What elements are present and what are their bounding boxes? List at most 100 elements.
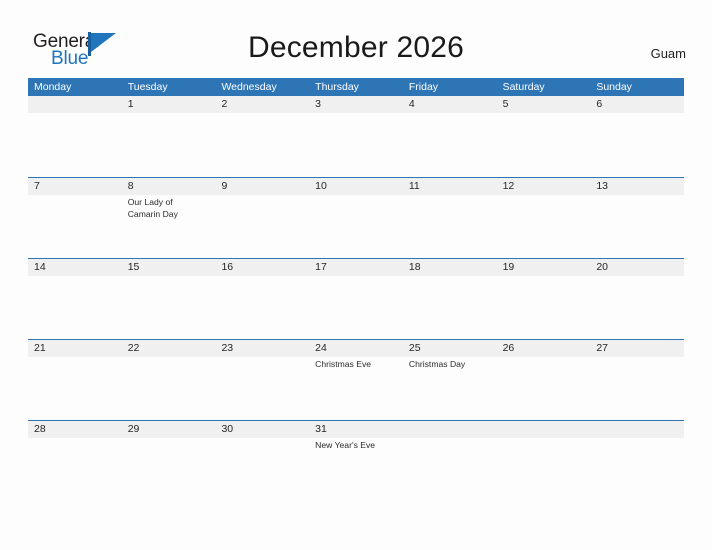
day-cell[interactable]	[28, 276, 122, 338]
day-cell	[403, 438, 497, 500]
day-cell[interactable]	[122, 276, 216, 338]
day-cell[interactable]: Christmas Day	[403, 357, 497, 419]
day-cell[interactable]	[122, 438, 216, 500]
day-number-29[interactable]: 29	[122, 421, 216, 438]
day-cell[interactable]	[590, 113, 684, 175]
day-number-20[interactable]: 20	[590, 259, 684, 276]
weekday-header-saturday: Saturday	[502, 81, 545, 93]
day-number-2[interactable]: 2	[215, 96, 309, 113]
day-cell[interactable]	[590, 357, 684, 419]
week-event-band: Christmas Eve Christmas Day	[28, 357, 684, 419]
day-number-4[interactable]: 4	[403, 96, 497, 113]
week-date-band: 7 8 9 10 11 12 13	[28, 178, 684, 195]
weekday-header-monday: Monday	[34, 81, 72, 93]
day-number-9[interactable]: 9	[215, 178, 309, 195]
day-number-11[interactable]: 11	[403, 178, 497, 195]
day-number-1[interactable]: 1	[122, 96, 216, 113]
calendar-week-row: 28 29 30 31 New Year's Eve	[28, 420, 684, 501]
day-number-10[interactable]: 10	[309, 178, 403, 195]
page-title: December 2026	[247, 31, 465, 64]
day-cell[interactable]	[215, 195, 309, 257]
day-cell[interactable]	[309, 195, 403, 257]
week-date-band: 123456	[28, 96, 684, 113]
day-number-16[interactable]: 16	[215, 259, 309, 276]
day-number-12[interactable]: 12	[497, 178, 591, 195]
day-number-8[interactable]: 8	[122, 178, 216, 195]
weekday-header-row: Monday Tuesday Wednesday Thursday Friday Satu…	[28, 78, 684, 96]
day-number-19[interactable]: 19	[497, 259, 591, 276]
calendar-page: General Blue December 2026 Guam Monday Tu…	[0, 0, 712, 550]
day-cell[interactable]	[28, 357, 122, 419]
weekday-header-thursday: Thursday	[315, 81, 359, 93]
week-event-band	[28, 276, 684, 338]
weekday-header-sunday: Sunday	[596, 81, 632, 93]
weekday-header-wednesday: Wednesday	[221, 81, 277, 93]
day-number-15[interactable]: 15	[122, 259, 216, 276]
day-cell[interactable]	[215, 276, 309, 338]
location-label: Guam	[650, 46, 686, 61]
day-cell[interactable]	[28, 195, 122, 257]
day-number-13[interactable]: 13	[590, 178, 684, 195]
day-cell[interactable]	[590, 276, 684, 338]
holiday-label: Our Lady of Camarin Day	[127, 197, 178, 219]
day-cell[interactable]: New Year's Eve	[309, 438, 403, 500]
day-number-23[interactable]: 23	[215, 340, 309, 357]
weekday-header-friday: Friday	[408, 81, 439, 93]
day-cell[interactable]	[215, 357, 309, 419]
day-number-17[interactable]: 17	[309, 259, 403, 276]
holiday-label: Christmas Day	[408, 359, 466, 369]
calendar-grid: Monday Tuesday Wednesday Thursday Friday Satu…	[28, 78, 684, 501]
day-cell[interactable]	[497, 357, 591, 419]
day-number-7[interactable]: 7	[28, 178, 122, 195]
day-cell[interactable]	[28, 438, 122, 500]
day-number-empty	[590, 421, 684, 438]
day-cell[interactable]	[590, 195, 684, 257]
day-cell[interactable]	[497, 276, 591, 338]
day-number-3[interactable]: 3	[309, 96, 403, 113]
day-cell[interactable]	[403, 195, 497, 257]
day-number-30[interactable]: 30	[215, 421, 309, 438]
day-number-28[interactable]: 28	[28, 421, 122, 438]
day-cell[interactable]	[309, 113, 403, 175]
calendar-week-row: 7 8 9 10 11 12 13 Our Lady of Camarin Day	[28, 177, 684, 258]
week-date-band: 28 29 30 31	[28, 421, 684, 438]
day-cell[interactable]	[122, 357, 216, 419]
day-number-21[interactable]: 21	[28, 340, 122, 357]
day-cell[interactable]	[215, 438, 309, 500]
week-event-band	[28, 113, 684, 175]
day-cell[interactable]: Christmas Eve	[309, 357, 403, 419]
day-number-25[interactable]: 25	[403, 340, 497, 357]
day-number-empty	[497, 421, 591, 438]
day-number-31[interactable]: 31	[309, 421, 403, 438]
holiday-label: Christmas Eve	[315, 359, 372, 369]
day-number-6[interactable]: 6	[590, 96, 684, 113]
week-date-band: 14 15 16 17 18 19 20	[28, 259, 684, 276]
day-cell[interactable]	[309, 276, 403, 338]
day-number-5[interactable]: 5	[497, 96, 591, 113]
day-number-empty	[403, 421, 497, 438]
week-event-band: New Year's Eve	[28, 438, 684, 500]
calendar-week-row: 21 22 23 24 25 26 27 Christmas Eve Christmas Day	[28, 339, 684, 420]
day-cell	[28, 113, 122, 175]
day-number-27[interactable]: 27	[590, 340, 684, 357]
day-cell[interactable]: Our Lady of Camarin Day	[122, 195, 216, 257]
holiday-label: New Year's Eve	[315, 440, 376, 450]
day-number-24[interactable]: 24	[309, 340, 403, 357]
day-number-14[interactable]: 14	[28, 259, 122, 276]
day-number-18[interactable]: 18	[403, 259, 497, 276]
day-cell[interactable]	[497, 195, 591, 257]
week-event-band: Our Lady of Camarin Day	[28, 195, 684, 257]
day-cell[interactable]	[403, 276, 497, 338]
day-cell[interactable]	[497, 113, 591, 175]
calendar-weeks: 1 2 3 4 5 6 7 8 9 10 11 12 13 Our Lady of Camarin Day…	[28, 96, 684, 501]
day-cell[interactable]	[215, 113, 309, 175]
calendar-week-row: 14 15 16 17 18 19 20	[28, 258, 684, 339]
day-cell	[497, 438, 591, 500]
day-number-22[interactable]: 22	[122, 340, 216, 357]
week-date-band: 21 22 23 24 25 26 27	[28, 340, 684, 357]
day-number-26[interactable]: 26	[497, 340, 591, 357]
day-cell[interactable]	[403, 113, 497, 175]
calendar-week-row: 123456	[28, 96, 684, 177]
weekday-header-tuesday: Tuesday	[127, 81, 168, 93]
day-cell[interactable]	[122, 113, 216, 175]
